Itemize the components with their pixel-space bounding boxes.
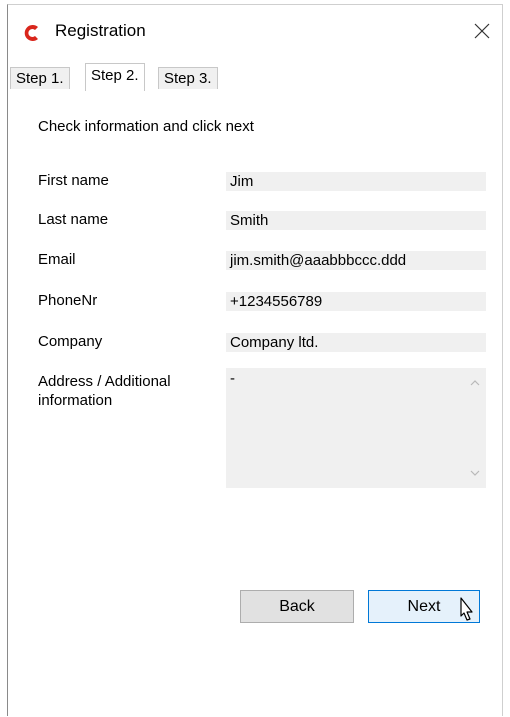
step-2-panel: Check information and click next First n… (8, 90, 502, 716)
window-title: Registration (55, 21, 146, 40)
last-name-field[interactable]: Smith (226, 211, 486, 230)
phone-field[interactable]: +1234556789 (226, 292, 486, 311)
first-name-field[interactable]: Jim (226, 172, 486, 191)
scroll-up-icon[interactable] (468, 376, 482, 390)
scroll-down-icon[interactable] (468, 466, 482, 480)
address-label-line-2: information (38, 392, 113, 409)
company-label: Company (38, 333, 103, 350)
email-field[interactable]: jim.smith@aaabbbccc.ddd (226, 251, 486, 270)
first-name-label: First name (38, 172, 109, 189)
instruction-text: Check information and click next (38, 118, 254, 135)
tab-step-1[interactable]: Step 1. (10, 67, 70, 89)
address-label: Address / Additional information (38, 372, 171, 410)
address-label-line-1: Address / Additional (38, 373, 171, 390)
title-bar: Registration (8, 5, 502, 60)
company-field[interactable]: Company ltd. (226, 333, 486, 352)
phone-label: PhoneNr (38, 292, 98, 309)
mouse-pointer-icon (455, 596, 477, 628)
address-value: - (230, 370, 235, 387)
registration-window: Registration Step 1. Step 2. Step 3. Che… (7, 4, 503, 716)
last-name-label: Last name (38, 211, 109, 228)
address-textarea[interactable]: - (226, 368, 486, 488)
email-label: Email (38, 251, 76, 268)
step-tabs: Step 1. Step 2. Step 3. (8, 63, 502, 91)
tab-step-3[interactable]: Step 3. (158, 67, 218, 89)
close-icon[interactable] (468, 17, 496, 45)
tab-step-2[interactable]: Step 2. (85, 63, 145, 91)
back-button[interactable]: Back (240, 590, 354, 623)
app-logo-icon (22, 23, 42, 43)
